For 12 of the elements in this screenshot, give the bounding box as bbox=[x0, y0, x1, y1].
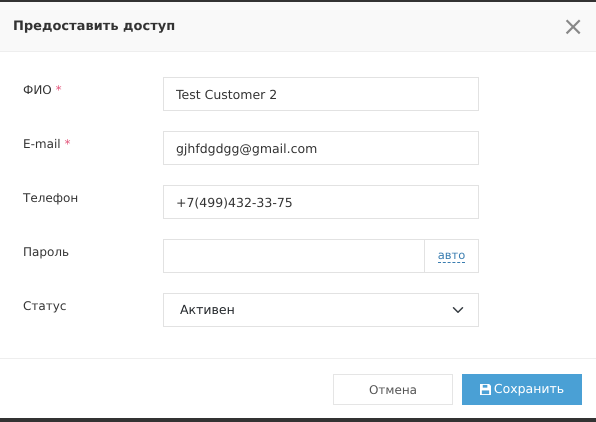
status-select[interactable]: Активен bbox=[163, 293, 479, 327]
field-label: ФИО * bbox=[23, 82, 63, 99]
field-label: Телефон bbox=[23, 190, 80, 207]
input-field[interactable]: Test Customer 2 bbox=[163, 77, 479, 111]
field-label: E-mail * bbox=[23, 136, 72, 153]
input-field[interactable]: gjhfdgdgg@gmail.com bbox=[163, 131, 479, 165]
input-field[interactable]: +7(499)432-33-75 bbox=[163, 185, 479, 219]
password-field[interactable] bbox=[163, 239, 425, 273]
dialog-title: Предоставить доступ bbox=[13, 18, 176, 36]
field-label: Пароль bbox=[23, 244, 70, 261]
cancel-button[interactable]: Отмена bbox=[333, 374, 453, 405]
field-label: Статус bbox=[23, 298, 68, 315]
